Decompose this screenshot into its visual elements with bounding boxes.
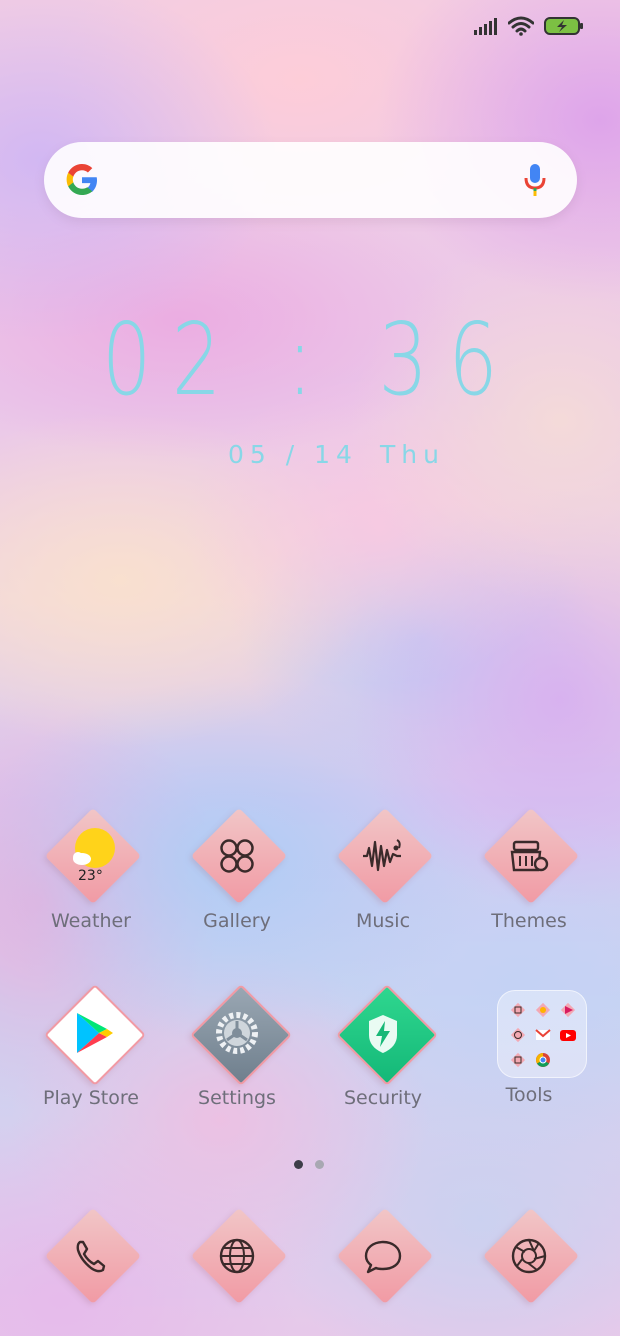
app-settings[interactable]: Settings <box>182 984 292 1109</box>
page-dot-active[interactable] <box>294 1160 303 1169</box>
app-tools-folder[interactable]: Tools <box>474 990 587 1106</box>
app-label: Gallery <box>203 910 271 932</box>
chat-bubble-icon <box>364 1240 402 1274</box>
gallery-icon <box>220 839 254 873</box>
app-weather[interactable]: 23° Weather <box>36 807 146 932</box>
gmail-mini-icon <box>535 1029 551 1040</box>
microphone-icon[interactable] <box>523 163 547 197</box>
signal-bars-icon <box>474 18 497 35</box>
settings-icon <box>216 1012 258 1054</box>
clock-time[interactable]: 02 : 36 <box>68 310 552 410</box>
wifi-icon <box>508 16 534 36</box>
dock-phone[interactable] <box>36 1207 146 1308</box>
status-bar <box>474 16 584 36</box>
weather-temperature: 23° <box>78 868 103 884</box>
dock-messages[interactable] <box>328 1207 438 1308</box>
google-search-bar[interactable] <box>44 142 577 218</box>
dock-browser[interactable] <box>182 1207 292 1308</box>
app-themes[interactable]: Themes <box>474 807 584 932</box>
page-dot[interactable] <box>315 1160 324 1169</box>
calculator-mini-icon <box>510 1002 526 1018</box>
chrome-mini-icon <box>536 1053 550 1067</box>
security-icon <box>369 1015 397 1053</box>
app-label: Security <box>343 1087 423 1109</box>
camera-aperture-icon <box>511 1238 547 1274</box>
battery-charging-icon <box>544 17 583 35</box>
files-mini-icon <box>510 1052 526 1068</box>
dock-camera[interactable] <box>474 1207 584 1308</box>
app-gallery[interactable]: Gallery <box>182 807 292 932</box>
google-g-icon <box>66 164 97 195</box>
app-label: Music <box>355 910 411 932</box>
app-label: Weather <box>51 910 131 932</box>
themes-icon <box>510 840 549 872</box>
globe-icon <box>219 1238 255 1274</box>
movies-mini-icon <box>560 1002 576 1018</box>
app-play-store[interactable]: Play Store <box>36 984 146 1109</box>
date-text: 05 / 14 <box>228 440 358 469</box>
tools-folder-icon <box>497 990 587 1078</box>
clock-mini-icon <box>510 1027 526 1043</box>
photos-mini-icon <box>535 1002 551 1018</box>
youtube-mini-icon <box>560 1030 576 1041</box>
day-of-week: Thu <box>379 440 445 469</box>
clock-date[interactable]: 05 / 14 Thu <box>228 440 445 469</box>
app-label: Settings <box>198 1087 276 1109</box>
app-label: Play Store <box>43 1087 139 1109</box>
app-music[interactable]: Music <box>328 807 438 932</box>
phone-icon <box>76 1240 106 1273</box>
play-store-icon <box>77 1013 113 1053</box>
page-indicator <box>294 1160 324 1169</box>
app-security[interactable]: Security <box>328 984 438 1109</box>
app-label: Themes <box>491 910 567 932</box>
music-icon <box>363 839 401 872</box>
